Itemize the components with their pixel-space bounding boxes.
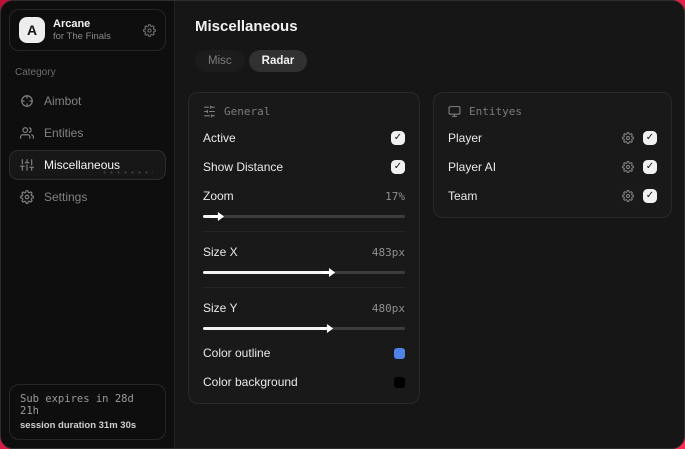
toggle-label: Active <box>203 131 236 145</box>
gear-icon[interactable] <box>143 23 156 37</box>
color-label: Color outline <box>203 346 271 360</box>
active-toggle-row: Active <box>203 129 405 147</box>
slider-label: Size Y <box>203 301 238 315</box>
size-x-slider-row: Size X 483px <box>203 243 405 261</box>
entity-label: Player AI <box>448 160 497 174</box>
sidebar-item-label: Aimbot <box>44 94 82 108</box>
player-checkbox[interactable] <box>643 131 657 145</box>
crosshair-icon <box>20 94 34 108</box>
sidebar-item-settings[interactable]: Settings <box>9 182 166 212</box>
sub-expiry-text: Sub expires in 28d 21h <box>20 393 134 417</box>
sidebar-nav: Aimbot Entities Miscellaneous Settings <box>9 86 166 212</box>
sliders-icon <box>20 158 34 172</box>
slider-value: 480px <box>371 301 405 315</box>
page-title: Miscellaneous <box>195 18 298 35</box>
tab-bar: Misc Radar <box>195 50 672 72</box>
slider-thumb[interactable] <box>320 324 334 333</box>
slider-fill <box>203 271 327 274</box>
color-outline-swatch[interactable] <box>394 347 405 359</box>
active-checkbox[interactable] <box>391 131 405 145</box>
sidebar-item-miscellaneous[interactable]: Miscellaneous <box>9 150 166 180</box>
entity-row-team: Team <box>448 187 657 205</box>
player-ai-checkbox[interactable] <box>643 160 657 174</box>
entities-panel: Entityes Player Player AI <box>433 92 672 218</box>
panel-title: General <box>224 105 271 118</box>
entity-row-player: Player <box>448 129 657 147</box>
show-distance-toggle-row: Show Distance <box>203 158 405 176</box>
panel-title: Entityes <box>469 105 522 118</box>
slider-thumb[interactable] <box>211 212 225 221</box>
entities-panel-header: Entityes <box>448 105 657 118</box>
general-panel-header: General <box>203 105 405 118</box>
sidebar-item-aimbot[interactable]: Aimbot <box>9 86 166 116</box>
slider-thumb[interactable] <box>322 268 336 277</box>
sidebar-item-label: Miscellaneous <box>44 158 121 172</box>
app-title: Arcane <box>53 18 91 30</box>
tab-misc[interactable]: Misc <box>195 50 245 72</box>
slider-track[interactable] <box>203 215 405 218</box>
color-background-swatch[interactable] <box>394 376 405 388</box>
subscription-card: Sub expires in 28d 21h session duration … <box>9 384 166 440</box>
sidebar-item-label: Entities <box>44 126 84 140</box>
slider-value: 483px <box>371 245 405 259</box>
entity-label: Team <box>448 189 478 203</box>
category-label: Category <box>15 67 56 78</box>
slider-fill <box>203 327 325 330</box>
entity-label: Player <box>448 131 483 145</box>
zoom-slider[interactable] <box>203 212 405 221</box>
sidebar: A Arcane for The Finals Category Aimbot <box>1 1 175 448</box>
session-duration-text: session duration 31m 30s <box>20 420 137 431</box>
show-distance-checkbox[interactable] <box>391 160 405 174</box>
divider <box>203 287 405 288</box>
color-outline-row: Color outline <box>203 344 405 362</box>
main-content: Miscellaneous Misc Radar General Active <box>175 1 684 448</box>
gear-icon[interactable] <box>622 190 634 202</box>
gear-icon[interactable] <box>622 132 634 144</box>
color-label: Color background <box>203 375 298 389</box>
color-background-row: Color background <box>203 373 405 391</box>
gear-icon <box>20 190 34 204</box>
zoom-slider-row: Zoom 17% <box>203 187 405 205</box>
slider-label: Zoom <box>203 189 234 203</box>
app-header-card: A Arcane for The Finals <box>9 9 166 51</box>
gear-icon[interactable] <box>622 161 634 173</box>
size-y-slider-row: Size Y 480px <box>203 299 405 317</box>
sliders-horizontal-icon <box>203 105 216 118</box>
sidebar-item-label: Settings <box>44 190 88 204</box>
app-meta: Arcane for The Finals <box>53 18 135 42</box>
slider-value: 17% <box>385 189 405 203</box>
users-icon <box>20 126 34 140</box>
entity-row-player-ai: Player AI <box>448 158 657 176</box>
slider-label: Size X <box>203 245 238 259</box>
panels-row: General Active Show Distance Zoom 17% <box>188 92 672 404</box>
monitor-icon <box>448 105 461 118</box>
app-subtitle: for The Finals <box>53 31 111 42</box>
toggle-label: Show Distance <box>203 160 284 174</box>
divider <box>203 231 405 232</box>
general-panel: General Active Show Distance Zoom 17% <box>188 92 420 404</box>
tab-radar[interactable]: Radar <box>248 50 308 72</box>
size-y-slider[interactable] <box>203 324 405 333</box>
sidebar-item-entities[interactable]: Entities <box>9 118 166 148</box>
size-x-slider[interactable] <box>203 268 405 277</box>
app-window: A Arcane for The Finals Category Aimbot <box>0 0 685 449</box>
app-logo: A <box>19 17 45 43</box>
team-checkbox[interactable] <box>643 189 657 203</box>
